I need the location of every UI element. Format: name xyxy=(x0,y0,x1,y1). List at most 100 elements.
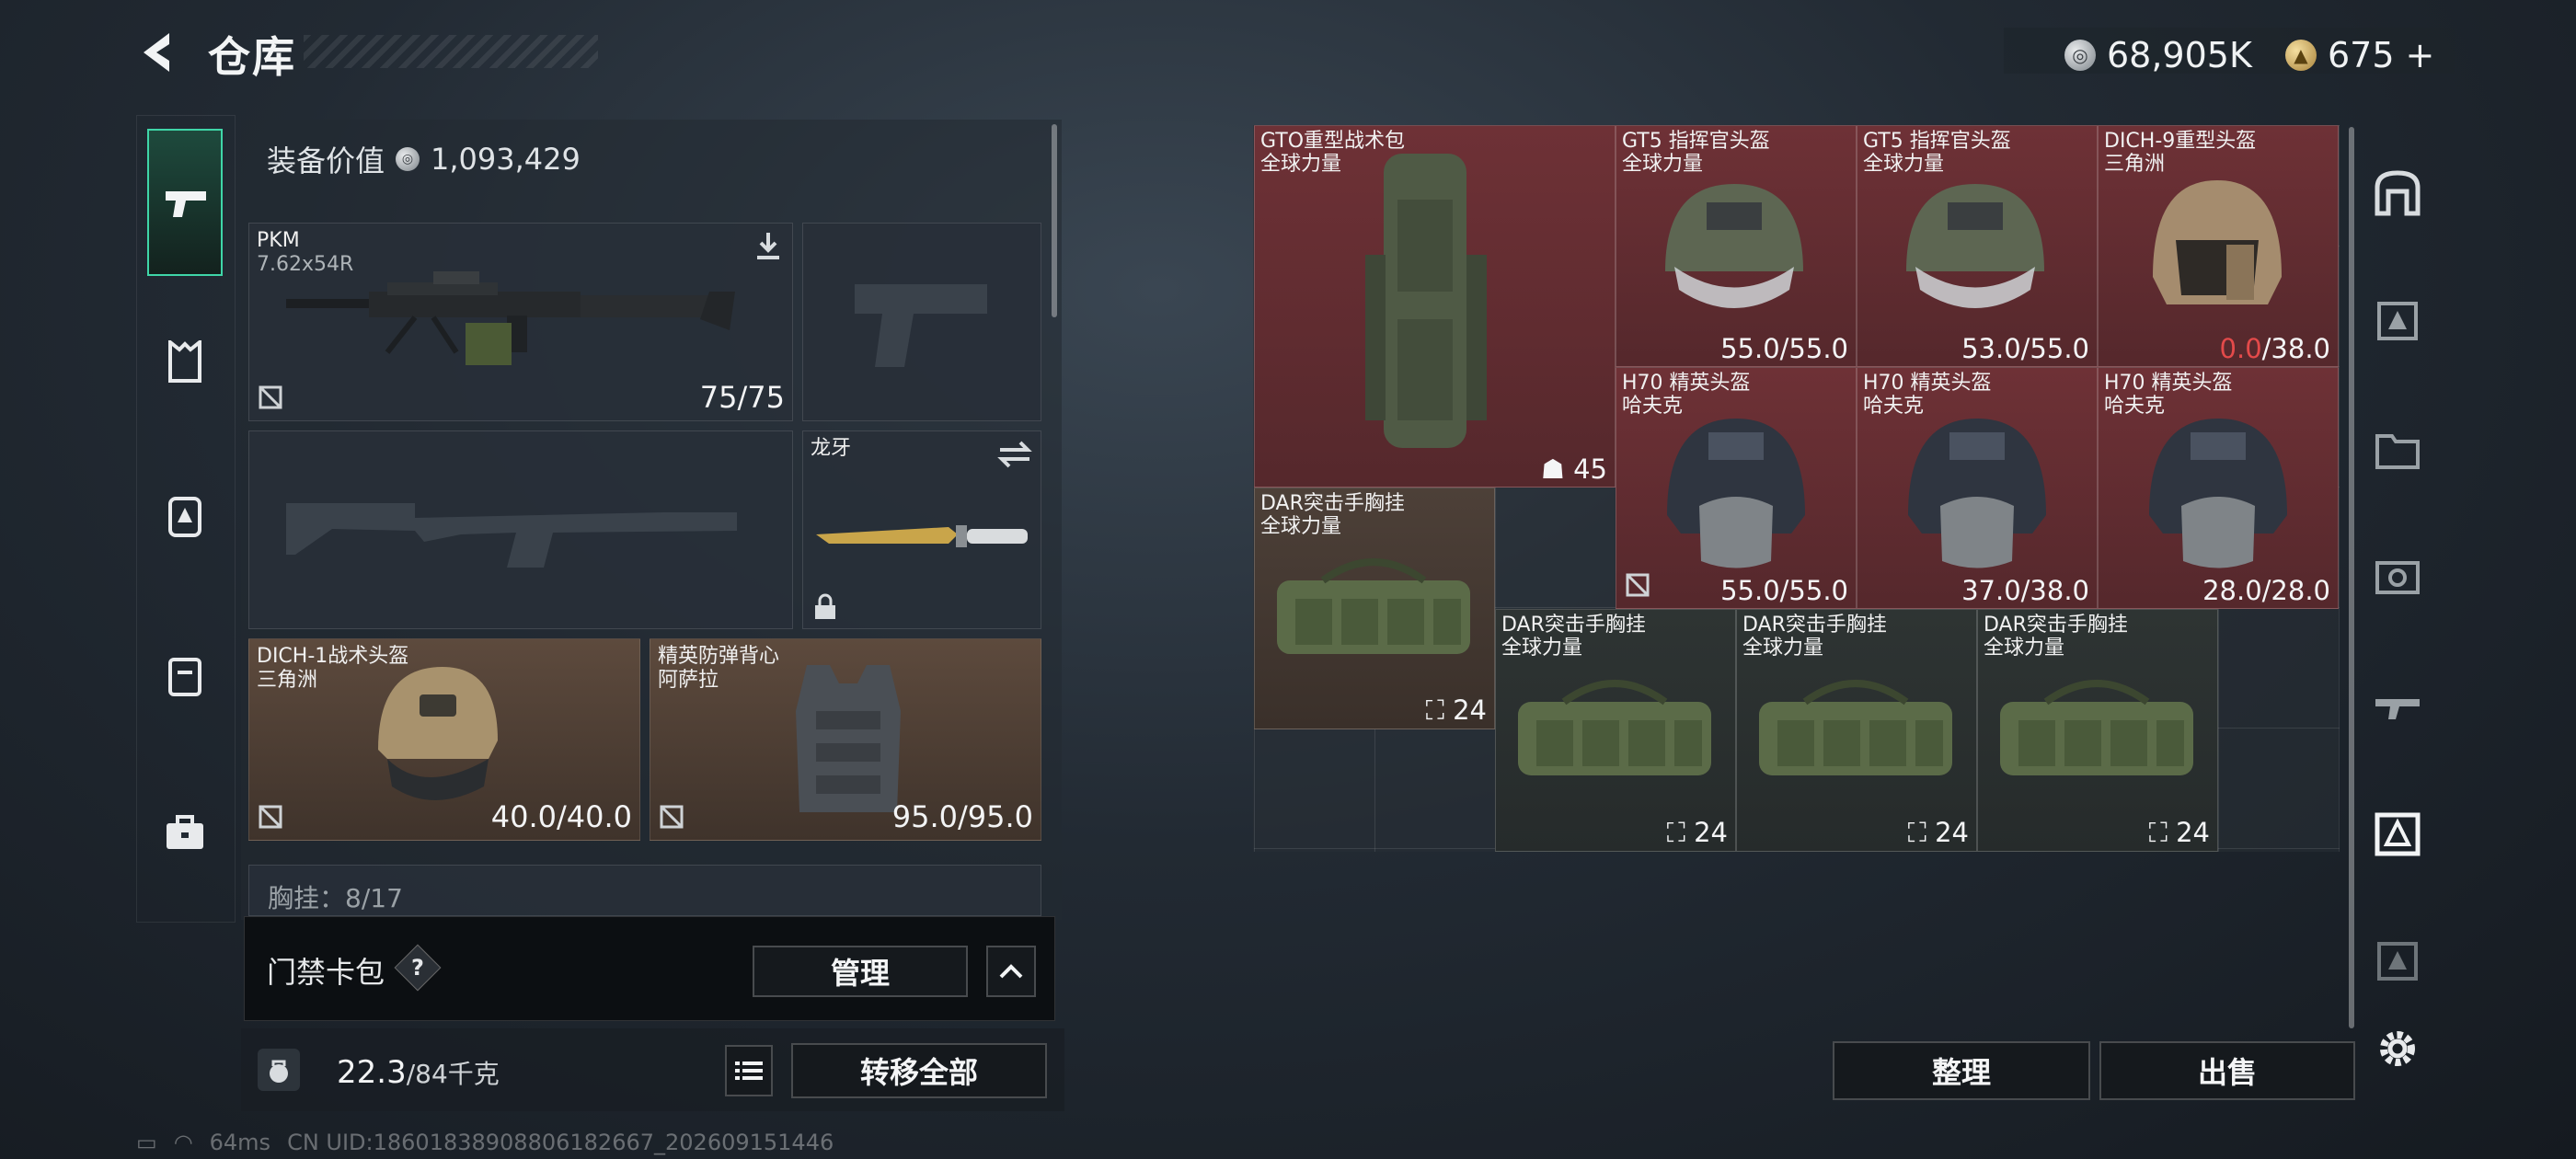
chest-rig-image xyxy=(2000,680,2193,775)
ping-readout: 64ms xyxy=(209,1130,271,1155)
stash-item-chest-rig[interactable]: DAR突击手胸挂 全球力量 ⛶ 24 xyxy=(1977,609,2218,852)
armor-slot[interactable]: 精英防弹背心 阿萨拉 95.0/95.0 xyxy=(650,638,1041,841)
primary-weapon-slot[interactable]: PKM 7.62x54R 75/75 xyxy=(248,223,793,421)
helmet-durability: 40.0/40.0 xyxy=(490,799,632,834)
helmet-slot[interactable]: DICH-1战术头盔 三角洲 40.0/40.0 xyxy=(248,638,640,841)
item-durability: 37.0/38.0 xyxy=(1961,575,2089,606)
stash-item-chest-rig[interactable]: DAR突击手胸挂 全球力量 ⛶ 24 xyxy=(1736,609,1977,852)
stash-tab-2[interactable] xyxy=(2370,293,2425,348)
title-decoration xyxy=(304,35,598,68)
add-gold-button[interactable]: + xyxy=(2406,35,2435,75)
stash-item-helmet[interactable]: H70 精英头盔 哈夫克 28.0/28.0 xyxy=(2098,367,2339,609)
stash-item-helmet[interactable]: GT5 指挥官头盔 全球力量 53.0/55.0 xyxy=(1857,125,2098,367)
chest-rig-icon: ⛶ xyxy=(1425,694,1444,726)
stash-item-helmet[interactable]: GT5 指挥官头盔 全球力量 55.0/55.0 xyxy=(1616,125,1857,367)
gold-amount: 675 xyxy=(2328,35,2395,75)
equipment-scrollbar[interactable] xyxy=(1052,124,1057,317)
item-count: ⛶ 24 xyxy=(1907,817,1969,848)
collapse-button[interactable] xyxy=(986,946,1036,997)
item-brand: 全球力量 xyxy=(1501,637,1583,660)
knife-name: 龙牙 xyxy=(811,437,852,460)
category-backpack[interactable] xyxy=(162,491,208,537)
stash-item-helmet[interactable]: H70 精英头盔 哈夫克 37.0/38.0 xyxy=(1857,367,2098,609)
list-button[interactable] xyxy=(725,1045,773,1096)
no-insure-icon xyxy=(660,805,684,829)
stash-item-helmet[interactable]: DICH-9重型头盔 三角洲 0.0/38.0 xyxy=(2098,125,2339,367)
item-count: ⛶ 24 xyxy=(2148,817,2210,848)
sell-button[interactable]: 出售 xyxy=(2099,1041,2355,1100)
chest-rig-slot[interactable]: 胸挂：8/17 xyxy=(248,865,1041,916)
item-durability: 55.0/55.0 xyxy=(1720,575,1848,606)
pistol-slot[interactable] xyxy=(802,223,1041,421)
stash-tab-3[interactable] xyxy=(2370,421,2425,476)
gear-icon xyxy=(2380,1031,2415,1066)
chest-rig-icon: ⛶ xyxy=(1907,817,1926,848)
keycard-label: 门禁卡包 xyxy=(267,955,385,990)
weight-icon xyxy=(258,1049,300,1091)
camera-icon xyxy=(2375,561,2420,594)
sort-button[interactable]: 整理 xyxy=(1833,1041,2090,1100)
rifle-placeholder-icon xyxy=(286,503,737,568)
rifle-icon xyxy=(2375,699,2420,719)
pistol-icon xyxy=(166,191,206,217)
settings-button[interactable] xyxy=(2370,1021,2425,1076)
stash-item-helmet[interactable]: H70 精英头盔 哈夫克 55.0/55.0 xyxy=(1616,367,1857,609)
item-name: DAR突击手胸挂 xyxy=(1501,614,1646,637)
primary-weapon-ammo: 75/75 xyxy=(699,380,785,415)
armor-brand: 阿萨拉 xyxy=(658,669,719,692)
stash-tab-4[interactable] xyxy=(2370,548,2425,603)
item-name: GT5 指挥官头盔 xyxy=(1622,130,1770,153)
item-name: GT5 指挥官头盔 xyxy=(1863,130,2011,153)
stash-item-chest-rig[interactable]: DAR突击手胸挂 全球力量 ⛶ 24 xyxy=(1495,609,1736,852)
silver-currency: ◎ 68,905K xyxy=(2064,35,2252,75)
stash-tab-active[interactable] xyxy=(2370,806,2425,861)
manage-button[interactable]: 管理 xyxy=(753,946,968,997)
chest-rig-icon: ⛶ xyxy=(1666,817,1685,848)
back-button[interactable] xyxy=(136,29,182,75)
category-case[interactable] xyxy=(162,809,208,855)
transfer-all-button[interactable]: 转移全部 xyxy=(791,1043,1047,1098)
equipment-value: 装备价值 ◎ 1,093,429 xyxy=(267,138,581,180)
silver-amount: 68,905K xyxy=(2107,35,2252,75)
item-name: H70 精英头盔 xyxy=(1863,372,1992,395)
stash-tab-7[interactable] xyxy=(2370,933,2425,988)
item-brand: 全球力量 xyxy=(1984,637,2065,660)
chest-rig-image xyxy=(1277,558,1470,654)
knife-slot[interactable]: 龙牙 xyxy=(802,430,1041,629)
item-durability: 0.0/38.0 xyxy=(2219,333,2330,364)
kettlebell-icon xyxy=(270,1060,288,1083)
stash-tab-all[interactable] xyxy=(2370,166,2425,221)
category-weapons[interactable] xyxy=(147,129,223,276)
swap-icon[interactable] xyxy=(996,439,1033,470)
item-name: DAR突击手胸挂 xyxy=(1260,492,1405,515)
equipment-value-amount: 1,093,429 xyxy=(431,142,581,177)
machine-gun-image xyxy=(286,271,735,365)
item-name: DICH-9重型头盔 xyxy=(2104,130,2257,153)
armor-image xyxy=(796,665,901,812)
chest-rig-image xyxy=(1759,680,1952,775)
weight-readout: 22.3/84千克 xyxy=(337,1054,500,1091)
secondary-weapon-slot[interactable] xyxy=(248,430,793,629)
folder-icon xyxy=(2375,434,2420,469)
stash-item-backpack[interactable]: GTO重型战术包 全球力量 ☗ 45 xyxy=(1254,125,1616,488)
item-name: H70 精英头盔 xyxy=(2104,372,2233,395)
item-durability: 28.0/28.0 xyxy=(2202,575,2330,606)
category-vest[interactable] xyxy=(162,653,208,699)
silver-coin-icon: ◎ xyxy=(396,147,420,171)
download-icon[interactable] xyxy=(752,229,785,262)
stash-tab-5[interactable] xyxy=(2370,677,2425,732)
item-name: DAR突击手胸挂 xyxy=(1984,614,2128,637)
item-count: ⛶ 24 xyxy=(1666,817,1728,848)
arch-icon xyxy=(2375,170,2421,216)
vest-icon xyxy=(168,658,201,696)
chest-rig-icon: ⛶ xyxy=(2148,817,2168,848)
chest-rig-capacity: 胸挂：8/17 xyxy=(268,883,403,913)
stash-item-chest-rig[interactable]: DAR突击手胸挂 全球力量 ⛶ 24 xyxy=(1254,488,1495,729)
item-name: DAR突击手胸挂 xyxy=(1742,614,1887,637)
helmet-image xyxy=(1665,184,1803,308)
gold-currency[interactable]: ▲ 675 + xyxy=(2285,35,2434,75)
category-chest-rig[interactable] xyxy=(162,339,208,384)
stash-scrollbar[interactable] xyxy=(2349,127,2354,1028)
chest-rig-image xyxy=(1518,680,1711,775)
capacity-icon: ☗ xyxy=(1540,453,1565,485)
